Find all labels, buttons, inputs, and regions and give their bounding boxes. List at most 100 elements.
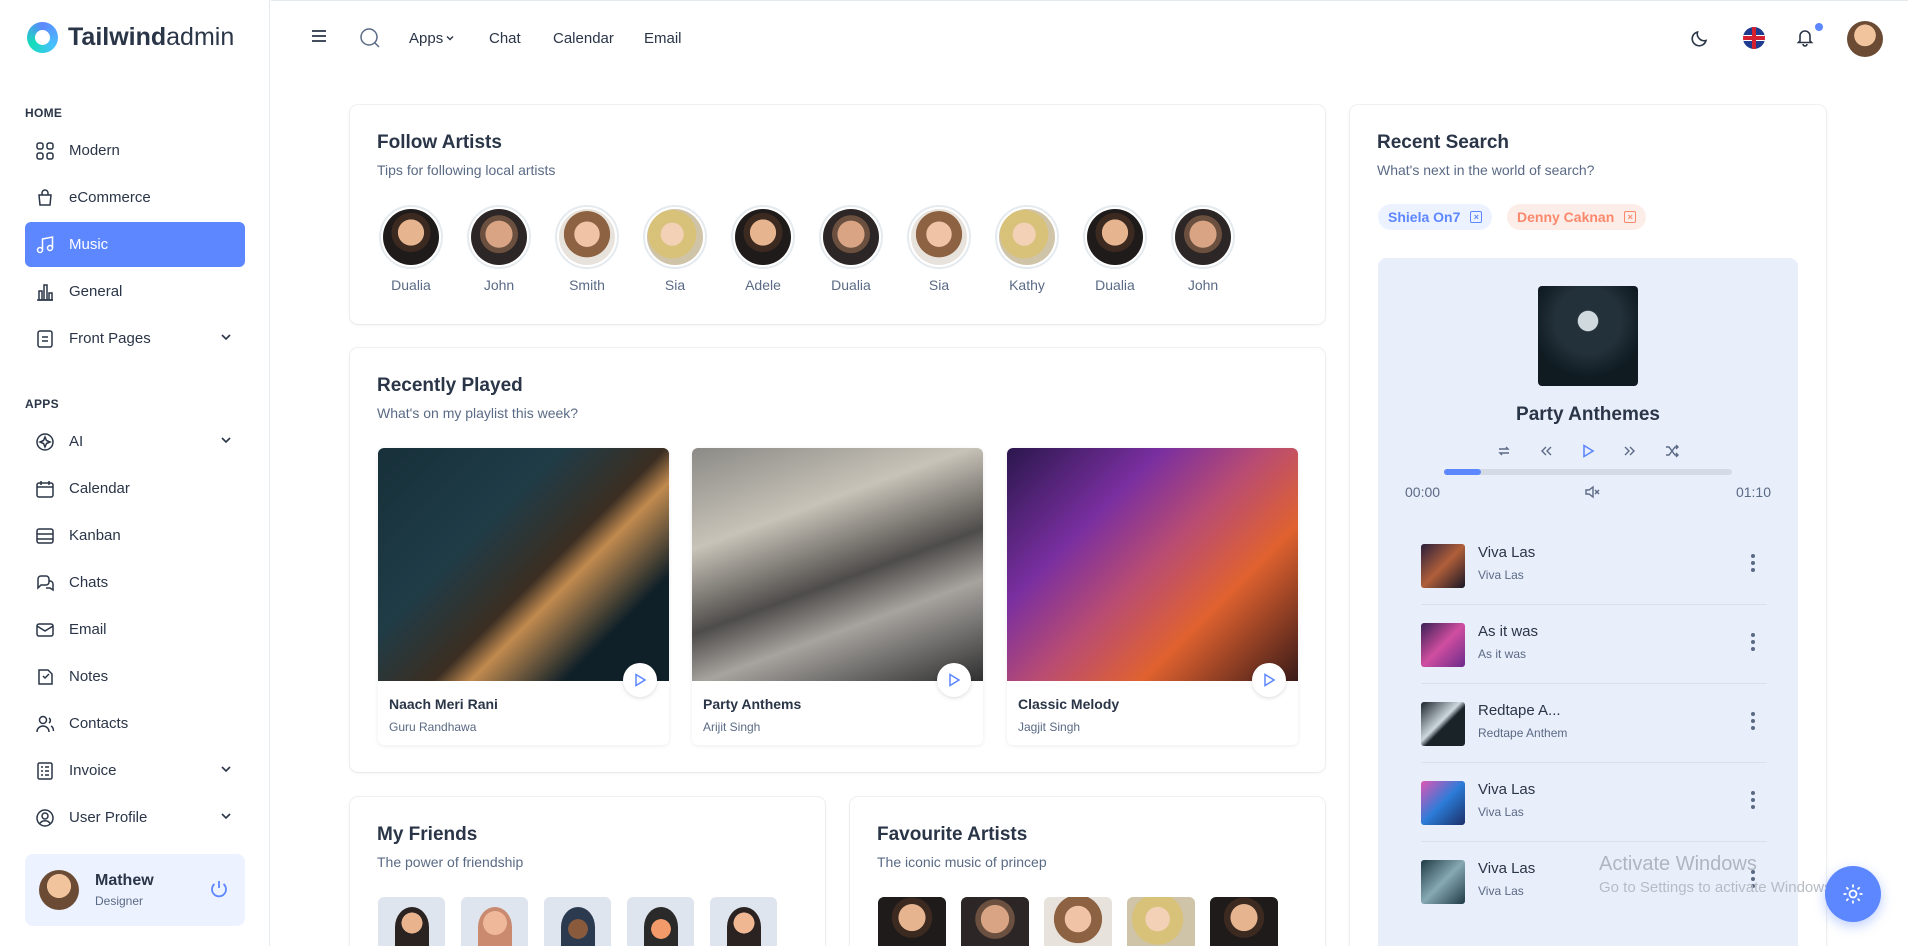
play-button[interactable] <box>623 663 657 697</box>
windows-activation-watermark-title: Activate Windows <box>1599 853 1757 875</box>
uk-flag-language-icon[interactable] <box>1743 27 1765 49</box>
chart-bars-icon <box>35 282 55 302</box>
friend-avatar[interactable] <box>544 897 611 946</box>
more-vertical-icon[interactable] <box>1751 791 1755 812</box>
header-link-email[interactable]: Email <box>644 30 682 47</box>
sidebar-item-email[interactable]: Email <box>25 607 245 652</box>
friend-avatar[interactable] <box>710 897 777 946</box>
rewind-icon[interactable] <box>1538 443 1554 462</box>
sidebar-item-notes[interactable]: Notes <box>25 654 245 699</box>
track-artist: As it was <box>1478 647 1527 661</box>
sidebar-item-label: Calendar <box>69 480 130 497</box>
sidebar-item-invoice[interactable]: Invoice <box>25 748 245 793</box>
sidebar-item-kanban[interactable]: Kanban <box>25 513 245 558</box>
time-total: 01:10 <box>1735 484 1771 500</box>
header-avatar[interactable] <box>1847 21 1883 57</box>
search-chip-shiela-on7[interactable]: Shiela On7 × <box>1378 204 1493 230</box>
contacts-icon <box>35 714 55 734</box>
dark-mode-moon-icon[interactable] <box>1690 28 1710 53</box>
remove-chip-icon[interactable]: × <box>1624 211 1637 223</box>
artist-follow-item[interactable]: Dualia <box>376 205 446 293</box>
card-title: Favourite Artists <box>877 824 1028 845</box>
sidebar-item-label: Modern <box>69 142 120 159</box>
artist-follow-item[interactable]: John <box>464 205 534 293</box>
track-list-item[interactable]: Redtape A... Redtape Anthem <box>1421 684 1767 763</box>
repeat-icon[interactable] <box>1496 443 1512 462</box>
card-subtitle: The power of friendship <box>377 854 524 870</box>
track-list-item[interactable]: Viva Las Viva Las <box>1421 763 1767 842</box>
header-link-chat[interactable]: Chat <box>489 30 521 47</box>
track-artist: Redtape Anthem <box>1478 726 1568 740</box>
page-icon <box>35 329 55 349</box>
track-title: Redtape A... <box>1478 702 1561 719</box>
sidebar-item-user-profile[interactable]: User Profile <box>25 795 245 840</box>
header-link-calendar[interactable]: Calendar <box>553 30 614 47</box>
search-chip-denny-caknan[interactable]: Denny Caknan × <box>1507 204 1647 230</box>
card-title: Follow Artists <box>377 132 502 153</box>
fast-forward-icon[interactable] <box>1622 443 1638 462</box>
chevron-down-icon <box>219 433 233 451</box>
hamburger-menu-icon[interactable] <box>310 27 328 50</box>
track-thumbnail <box>1421 623 1465 667</box>
friend-avatar[interactable] <box>378 897 445 946</box>
track-list-item[interactable]: As it was As it was <box>1421 605 1767 684</box>
top-header: Apps Chat Calendar Email <box>271 0 1908 76</box>
song-card[interactable]: Party Anthems Arijit Singh <box>692 448 983 745</box>
favourite-artist-image[interactable] <box>1044 897 1112 946</box>
sidebar-item-calendar[interactable]: Calendar <box>25 466 245 511</box>
track-list-item[interactable]: Viva Las Viva Las <box>1421 526 1767 605</box>
play-icon[interactable] <box>1580 443 1596 462</box>
remove-chip-icon[interactable]: × <box>1470 211 1483 223</box>
time-elapsed: 00:00 <box>1405 484 1441 500</box>
sidebar-item-music[interactable]: Music <box>25 222 245 267</box>
kanban-icon <box>35 526 55 546</box>
track-title: Viva Las <box>1478 860 1536 877</box>
sidebar-item-ai[interactable]: AI <box>25 419 245 464</box>
sidebar-item-general[interactable]: General <box>25 269 245 314</box>
now-playing-title: Party Anthemes <box>1516 404 1660 425</box>
friend-avatar[interactable] <box>627 897 694 946</box>
song-title: Party Anthems <box>703 696 802 712</box>
sidebar-item-ecommerce[interactable]: eCommerce <box>25 175 245 220</box>
artist-follow-item[interactable]: Kathy <box>992 205 1062 293</box>
app-logo[interactable]: Tailwindadmin <box>27 22 234 53</box>
search-icon[interactable] <box>359 27 381 54</box>
card-title: Recent Search <box>1377 132 1510 153</box>
artist-follow-item[interactable]: Dualia <box>816 205 886 293</box>
artist-follow-item[interactable]: Dualia <box>1080 205 1150 293</box>
song-card[interactable]: Naach Meri Rani Guru Randhawa <box>378 448 669 745</box>
sidebar-item-label: User Profile <box>69 809 148 826</box>
song-card[interactable]: Classic Melody Jagjit Singh <box>1007 448 1298 745</box>
header-link-apps[interactable]: Apps <box>409 30 455 47</box>
sidebar-item-contacts[interactable]: Contacts <box>25 701 245 746</box>
friend-avatar[interactable] <box>461 897 528 946</box>
more-vertical-icon[interactable] <box>1751 633 1755 654</box>
favourite-artist-image[interactable] <box>878 897 946 946</box>
settings-fab-button[interactable] <box>1825 866 1881 922</box>
power-icon[interactable] <box>209 879 229 904</box>
artist-follow-item[interactable]: Sia <box>640 205 710 293</box>
artist-follow-item[interactable]: Adele <box>728 205 798 293</box>
artist-follow-item[interactable]: Smith <box>552 205 622 293</box>
play-button[interactable] <box>1252 663 1286 697</box>
more-vertical-icon[interactable] <box>1751 554 1755 575</box>
track-thumbnail <box>1421 781 1465 825</box>
sidebar-item-chats[interactable]: Chats <box>25 560 245 605</box>
play-button[interactable] <box>937 663 971 697</box>
favourite-artist-image[interactable] <box>961 897 1029 946</box>
shuffle-icon[interactable] <box>1664 443 1680 462</box>
favourite-artist-image[interactable] <box>1210 897 1278 946</box>
notification-dot <box>1815 23 1823 31</box>
volume-mute-icon[interactable] <box>1584 484 1600 505</box>
card-subtitle: Tips for following local artists <box>377 162 556 178</box>
artist-follow-item[interactable]: John <box>1168 205 1238 293</box>
song-title: Naach Meri Rani <box>389 696 498 712</box>
artist-follow-item[interactable]: Sia <box>904 205 974 293</box>
playback-progress-bar[interactable] <box>1444 469 1732 475</box>
favourite-artist-image[interactable] <box>1127 897 1195 946</box>
bell-icon[interactable] <box>1795 27 1815 52</box>
more-vertical-icon[interactable] <box>1751 712 1755 733</box>
mail-icon <box>35 620 55 640</box>
sidebar-item-front-pages[interactable]: Front Pages <box>25 316 245 361</box>
sidebar-item-modern[interactable]: Modern <box>25 128 245 173</box>
